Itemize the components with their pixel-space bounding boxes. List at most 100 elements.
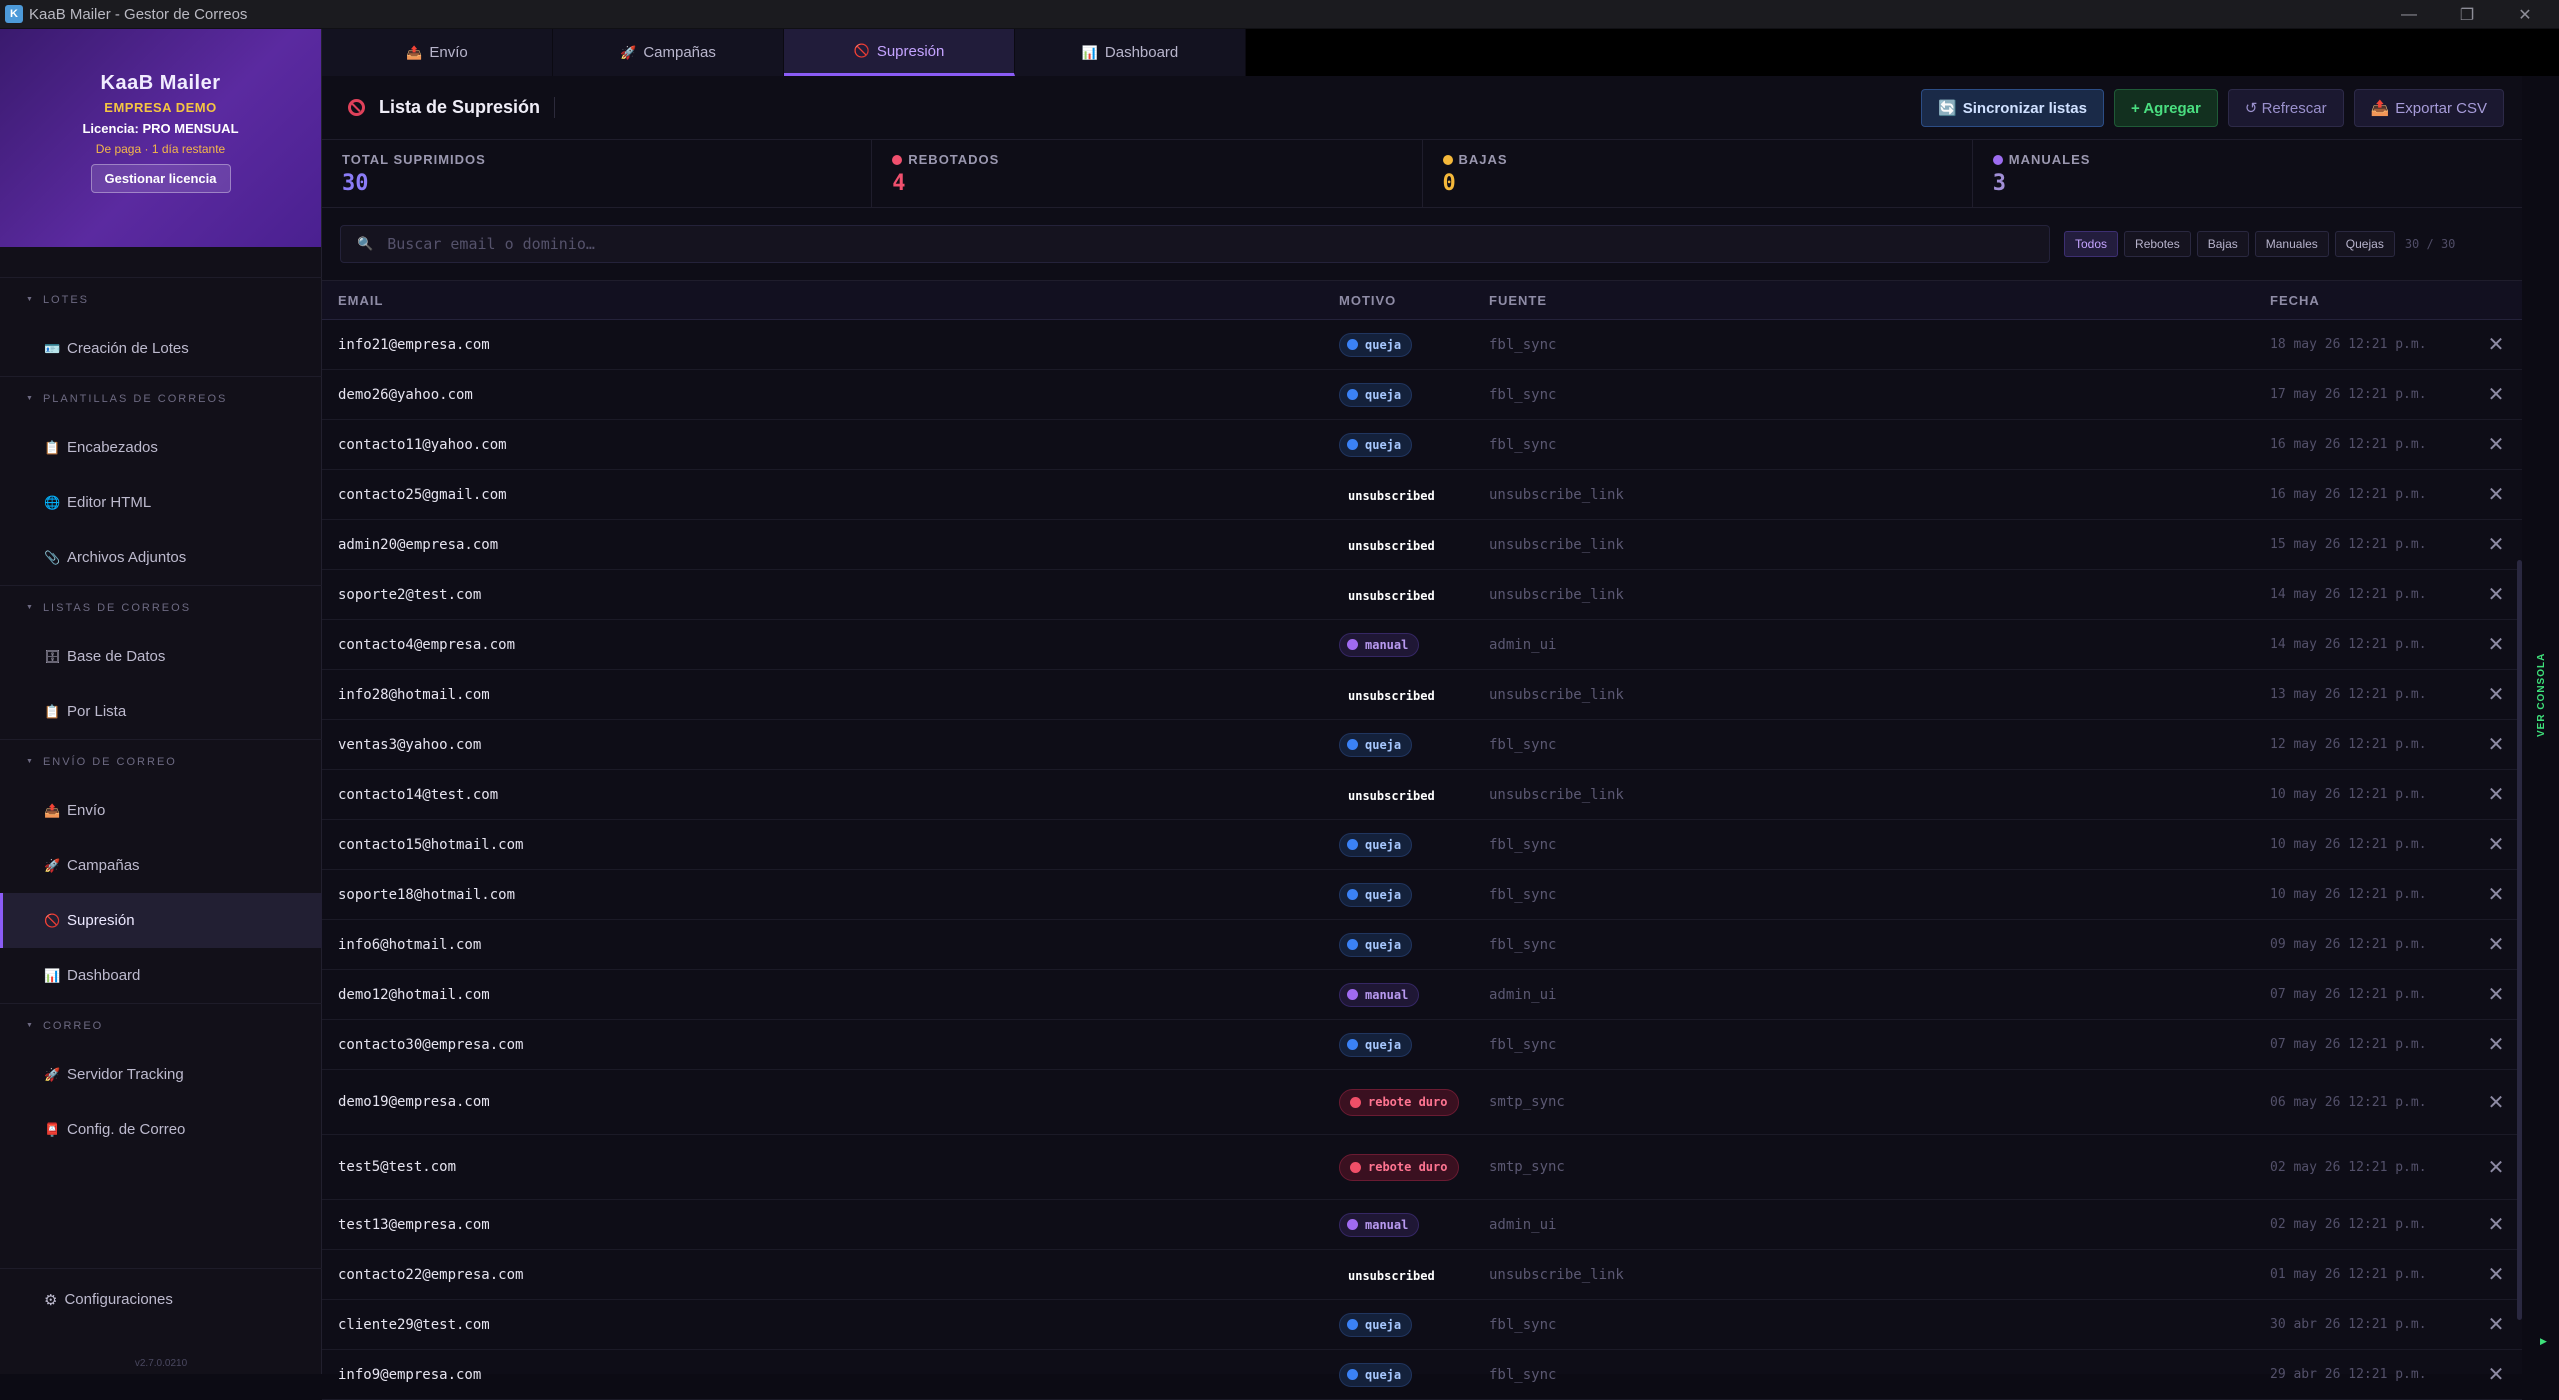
table-row[interactable]: test5@test.com rebote duro smtp_sync 02 may… — [322, 1135, 2522, 1200]
config-de-correo-icon: 📮 — [44, 1121, 61, 1137]
remove-icon[interactable]: ✕ — [2470, 1155, 2522, 1180]
sidebar-item-por-lista[interactable]: 📋 Por Lista — [0, 684, 322, 739]
sidebar-item-dashboard[interactable]: 📊 Dashboard — [0, 948, 322, 1003]
sidebar-item-editor-html[interactable]: 🌐 Editor HTML — [0, 475, 322, 530]
table-row[interactable]: contacto30@empresa.com queja fbl_sync 07 ma… — [322, 1020, 2522, 1070]
table-row[interactable]: contacto14@test.com unsubscribed unsubscri… — [322, 770, 2522, 820]
remove-icon[interactable]: ✕ — [2470, 1032, 2522, 1057]
remove-icon[interactable]: ✕ — [2470, 982, 2522, 1007]
close-window-button[interactable]: ✕ — [2496, 0, 2554, 29]
sidebar-item-supresion[interactable]: 🚫 Supresión — [0, 893, 322, 948]
manage-license-button[interactable]: Gestionar licencia — [90, 164, 231, 193]
sidebar-item-encabezados[interactable]: 📋 Encabezados — [0, 420, 322, 475]
row-fuente: fbl_sync — [1489, 936, 1557, 953]
remove-icon[interactable]: ✕ — [2470, 782, 2522, 807]
tab-envio[interactable]: 📤 Envío — [322, 29, 553, 76]
console-arrow-icon[interactable]: ▶ — [2540, 1336, 2547, 1347]
motivo-badge: manual — [1339, 1212, 1420, 1237]
table-row[interactable]: contacto4@empresa.com manual admin_ui 14 ma… — [322, 620, 2522, 670]
sidebar-section-plantillas-de-correos[interactable]: ▼ PLANTILLAS DE CORREOS — [0, 376, 322, 420]
column-email[interactable]: EMAIL — [322, 293, 1339, 308]
envio-icon: 📤 — [406, 44, 423, 60]
filter-quejas[interactable]: Quejas — [2334, 231, 2395, 257]
table-row[interactable]: contacto15@hotmail.com queja fbl_sync 10 ma… — [322, 820, 2522, 870]
column-motivo[interactable]: MOTIVO — [1339, 293, 1489, 308]
tab-supresion[interactable]: 🚫 Supresión — [784, 29, 1015, 76]
remove-icon[interactable]: ✕ — [2470, 1312, 2522, 1337]
remove-icon[interactable]: ✕ — [2470, 882, 2522, 907]
remove-icon[interactable]: ✕ — [2470, 1212, 2522, 1237]
table-row[interactable]: contacto11@yahoo.com queja fbl_sync 16 may … — [322, 420, 2522, 470]
badge-dot-icon — [1347, 339, 1358, 350]
sidebar-item-config-de-correo[interactable]: 📮 Config. de Correo — [0, 1102, 322, 1157]
remove-icon[interactable]: ✕ — [2470, 1262, 2522, 1287]
remove-icon[interactable]: ✕ — [2470, 932, 2522, 957]
remove-icon[interactable]: ✕ — [2470, 432, 2522, 457]
motivo-badge: queja — [1339, 1032, 1413, 1057]
tab-campanas[interactable]: 🚀 Campañas — [553, 29, 784, 76]
row-fecha: 17 may 26 12:21 p.m. — [2270, 387, 2427, 402]
maximize-button[interactable]: ❐ — [2438, 0, 2496, 29]
sidebar-section-correo[interactable]: ▼ CORREO — [0, 1003, 322, 1047]
sidebar-item-settings[interactable]: ⚙ Configuraciones — [0, 1268, 322, 1330]
remove-icon[interactable]: ✕ — [2470, 532, 2522, 557]
filter-bajas[interactable]: Bajas — [2196, 231, 2249, 257]
table-row[interactable]: info28@hotmail.com unsubscribed unsubscrib… — [322, 670, 2522, 720]
sidebar-item-envio[interactable]: 📤 Envío — [0, 783, 322, 838]
remove-icon[interactable]: ✕ — [2470, 382, 2522, 407]
tab-dashboard[interactable]: 📊 Dashboard — [1015, 29, 1246, 76]
sync-lists-button[interactable]: 🔄 Sincronizar listas — [1921, 89, 2104, 127]
table-row[interactable]: soporte18@hotmail.com queja fbl_sync 10 may… — [322, 870, 2522, 920]
table-row[interactable]: contacto25@gmail.com unsubscribed unsubscr… — [322, 470, 2522, 520]
tab-label: Campañas — [643, 44, 716, 61]
table-row[interactable]: demo19@empresa.com rebote duro smtp_sync 06… — [322, 1070, 2522, 1135]
filter-manuales[interactable]: Manuales — [2254, 231, 2329, 257]
page-header: Lista de Supresión 🔄 Sincronizar listas +… — [322, 76, 2522, 140]
row-fecha: 10 may 26 12:21 p.m. — [2270, 787, 2427, 802]
sidebar-item-archivos-adjuntos[interactable]: 📎 Archivos Adjuntos — [0, 530, 322, 585]
remove-icon[interactable]: ✕ — [2470, 1090, 2522, 1115]
table-row[interactable]: ventas3@yahoo.com queja fbl_sync 12 may 26 … — [322, 720, 2522, 770]
table-row[interactable]: demo26@yahoo.com queja fbl_sync 17 may 26 1… — [322, 370, 2522, 420]
filter-todos[interactable]: Todos — [2064, 231, 2119, 257]
minimize-button[interactable]: — — [2380, 0, 2438, 29]
table-row[interactable]: cliente29@test.com queja fbl_sync 30 abr 26… — [322, 1300, 2522, 1350]
search-input[interactable] — [387, 235, 1988, 253]
sidebar-section-envio-de-correo[interactable]: ▼ ENVÍO DE CORREO — [0, 739, 322, 783]
sidebar-item-label: Envío — [67, 802, 106, 819]
refresh-button[interactable]: ↺ Refrescar — [2227, 89, 2344, 127]
table-row[interactable]: soporte2@test.com unsubscribed unsubscribe… — [322, 570, 2522, 620]
stats-bar: TOTAL SUPRIMIDOS 30 REBOTADOS 4 BAJAS 0 MANUAL… — [322, 140, 2522, 208]
table-row[interactable]: test13@empresa.com manual admin_ui 02 may 2… — [322, 1200, 2522, 1250]
add-button[interactable]: + Agregar — [2113, 89, 2218, 127]
remove-icon[interactable]: ✕ — [2470, 632, 2522, 657]
export-csv-button[interactable]: 📤 Exportar CSV — [2353, 89, 2504, 127]
motivo-badge: queja — [1339, 332, 1413, 357]
row-fuente: fbl_sync — [1489, 436, 1557, 453]
table-row[interactable]: contacto22@empresa.com unsubscribed unsubs… — [322, 1250, 2522, 1300]
sidebar-item-campanas[interactable]: 🚀 Campañas — [0, 838, 322, 893]
view-console-tab[interactable]: VER CONSOLA — [2536, 640, 2556, 750]
remove-icon[interactable]: ✕ — [2470, 732, 2522, 757]
column-fecha[interactable]: FECHA — [2270, 293, 2470, 308]
remove-icon[interactable]: ✕ — [2470, 682, 2522, 707]
sidebar-section-listas-de-correos[interactable]: ▼ LISTAS DE CORREOS — [0, 585, 322, 629]
table-row[interactable]: demo12@hotmail.com manual admin_ui 07 may 2… — [322, 970, 2522, 1020]
sidebar-item-base-de-datos[interactable]: 🗄 Base de Datos — [0, 629, 322, 684]
sidebar-section-lotes[interactable]: ▼ LOTES — [0, 277, 322, 321]
table-row[interactable]: info21@empresa.com queja fbl_sync 18 may 26… — [322, 320, 2522, 370]
column-fuente[interactable]: FUENTE — [1489, 293, 2270, 308]
filter-rebotes[interactable]: Rebotes — [2124, 231, 2191, 257]
remove-icon[interactable]: ✕ — [2470, 1362, 2522, 1387]
table-row[interactable]: info9@empresa.com queja fbl_sync 29 abr 26 … — [322, 1350, 2522, 1400]
app-version: v2.7.0.0210 — [134, 1358, 188, 1369]
sidebar-item-servidor-tracking[interactable]: 🚀 Servidor Tracking — [0, 1047, 322, 1102]
remove-icon[interactable]: ✕ — [2470, 332, 2522, 357]
remove-icon[interactable]: ✕ — [2470, 582, 2522, 607]
table-row[interactable]: info6@hotmail.com queja fbl_sync 09 may 26 … — [322, 920, 2522, 970]
remove-icon[interactable]: ✕ — [2470, 832, 2522, 857]
sidebar-item-creacion-de-lotes[interactable]: 🪪 Creación de Lotes — [0, 321, 322, 376]
table-row[interactable]: admin20@empresa.com unsubscribed unsubscri… — [322, 520, 2522, 570]
remove-icon[interactable]: ✕ — [2470, 482, 2522, 507]
table-scrollbar[interactable] — [2517, 560, 2522, 1320]
